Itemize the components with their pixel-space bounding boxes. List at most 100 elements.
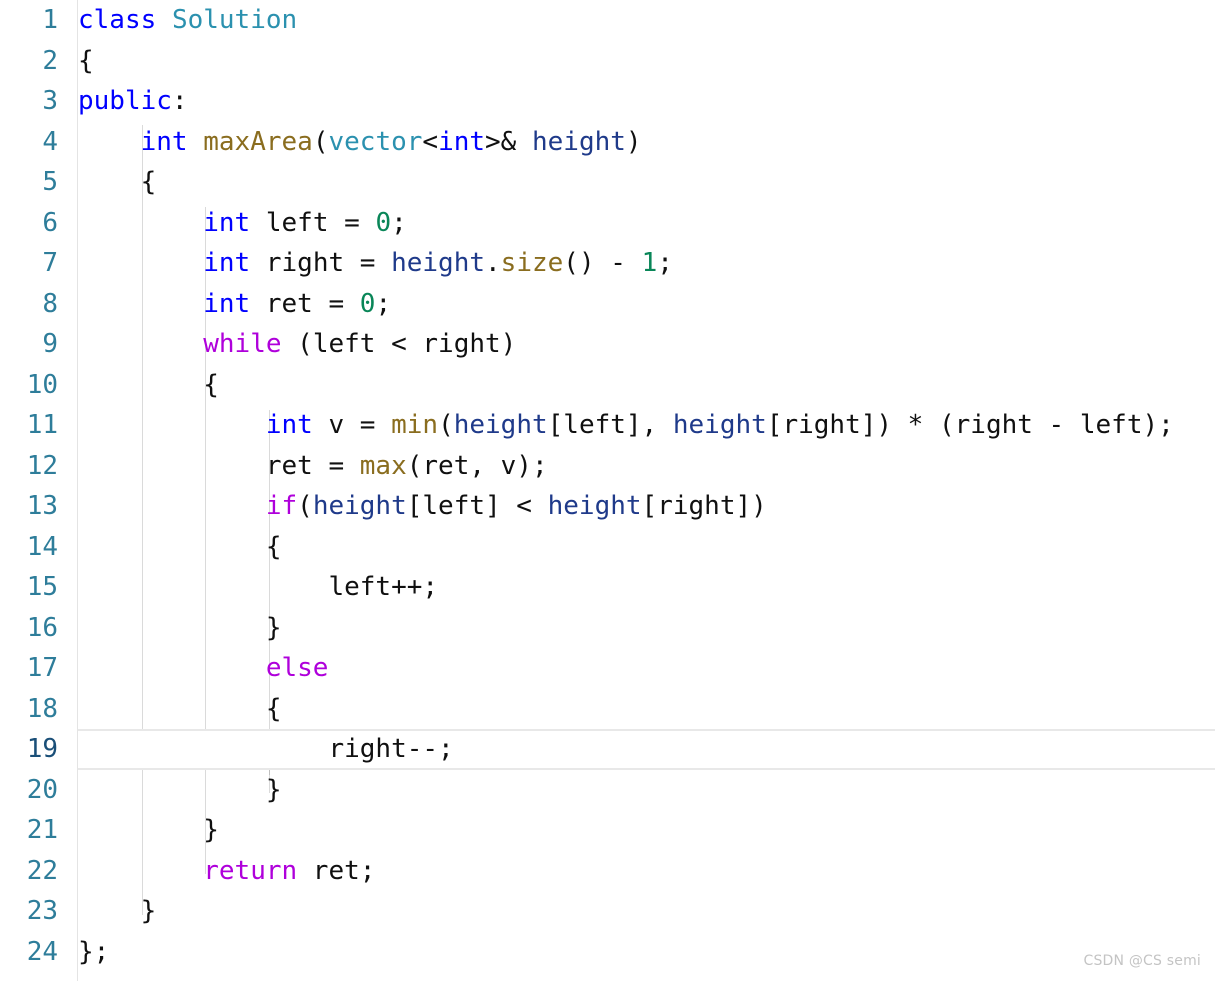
code-token: height [391, 248, 486, 278]
code-token: min [391, 410, 439, 440]
code-line[interactable]: 4 int maxArea(vector<int>& height) [0, 122, 1215, 163]
code-line[interactable]: 2{ [0, 41, 1215, 82]
line-number: 22 [26, 855, 58, 886]
line-number: 13 [26, 491, 58, 521]
code-token: ( [438, 410, 454, 440]
code-line[interactable]: 18 { [0, 689, 1215, 730]
code-editor[interactable]: 1 class Solution 2{3 public: 4 int maxArea(v… [0, 0, 1215, 981]
code-token: { [203, 369, 219, 400]
code-token: maxArea [203, 126, 313, 157]
code-line[interactable]: 17 else [0, 648, 1215, 689]
code-token: . [485, 248, 501, 278]
code-text[interactable]: left++; [78, 567, 438, 608]
code-token: { [265, 693, 282, 724]
code-token: [left] < [406, 491, 548, 521]
line-number: 2 [42, 45, 58, 76]
code-text[interactable]: else [78, 648, 329, 689]
line-number: 5 [42, 167, 58, 197]
code-token: left++; [78, 572, 439, 602]
code-token: ( [312, 126, 329, 157]
code-line[interactable]: 6 int left = 0; [0, 203, 1215, 244]
code-token: height [547, 491, 642, 521]
line-number: 12 [26, 450, 58, 481]
code-token: ret = [78, 450, 360, 481]
code-text[interactable]: }; [78, 932, 109, 973]
code-line[interactable]: 21 } [0, 810, 1215, 851]
code-text[interactable]: int left = 0; [78, 203, 407, 244]
code-line[interactable]: 8 int ret = 0; [0, 284, 1215, 325]
code-text[interactable]: class Solution [78, 0, 297, 41]
code-line[interactable]: 12 ret = max(ret, v); [0, 446, 1215, 487]
code-token: height [672, 410, 767, 440]
code-token: 1 [641, 248, 658, 278]
code-text[interactable]: } [78, 891, 157, 932]
line-number: 9 [42, 329, 58, 359]
line-number: 4 [42, 126, 58, 157]
code-token: int [203, 288, 251, 319]
code-line[interactable]: 23 } [0, 891, 1215, 932]
code-line[interactable]: 5 { [0, 162, 1215, 203]
code-line[interactable]: 20 } [0, 770, 1215, 811]
code-text[interactable]: { [78, 527, 282, 568]
code-line[interactable]: 1 class Solution [0, 0, 1215, 41]
line-number: 10 [26, 369, 58, 400]
code-line[interactable]: 11 int v = min(height[left], height[righ… [0, 405, 1215, 446]
line-number: 11 [26, 410, 58, 440]
line-number: 21 [26, 815, 58, 845]
code-text[interactable]: public: [78, 81, 188, 122]
code-line[interactable]: 15 left++; [0, 567, 1215, 608]
code-token: height [453, 410, 548, 440]
code-line[interactable]: 19 right--; [0, 729, 1215, 770]
code-token: max [359, 450, 407, 481]
code-line[interactable]: 14 { [0, 527, 1215, 568]
code-text[interactable]: int ret = 0; [78, 284, 391, 325]
code-token: (ret, v); [406, 450, 548, 481]
code-token: 0 [359, 288, 376, 319]
code-text[interactable]: { [78, 689, 282, 730]
code-token: int [438, 126, 486, 157]
code-token: int [265, 410, 313, 440]
code-token: size [500, 248, 564, 278]
code-text[interactable]: int v = min(height[left], height[right])… [78, 405, 1174, 446]
code-text[interactable]: { [78, 365, 219, 406]
code-token: ( [297, 491, 313, 521]
code-token: left = [250, 207, 376, 238]
code-token: { [140, 167, 157, 197]
line-number: 1 [42, 5, 58, 35]
code-token: ret; [297, 855, 376, 886]
code-text[interactable]: } [78, 810, 219, 851]
code-line[interactable]: 13 if(height[left] < height[right]) [0, 486, 1215, 527]
code-text[interactable]: } [78, 608, 282, 649]
code-line[interactable]: 22 return ret; [0, 851, 1215, 892]
code-text[interactable]: { [78, 41, 94, 82]
code-token: () - [563, 248, 642, 278]
code-text[interactable]: int maxArea(vector<int>& height) [78, 122, 642, 163]
code-token: else [265, 653, 329, 683]
code-text[interactable]: int right = height.size() - 1; [78, 243, 673, 284]
code-text[interactable]: while (left < right) [78, 324, 516, 365]
code-text[interactable]: right--; [78, 729, 454, 770]
code-text[interactable]: if(height[left] < height[right]) [78, 486, 767, 527]
code-token: [right]) * (right - left); [766, 410, 1174, 440]
code-line[interactable]: 3 public: [0, 81, 1215, 122]
code-text[interactable]: { [78, 162, 157, 203]
code-line[interactable]: 10 { [0, 365, 1215, 406]
code-line[interactable]: 9 while (left < right) [0, 324, 1215, 365]
code-text[interactable]: ret = max(ret, v); [78, 446, 548, 487]
code-text[interactable]: } [78, 770, 282, 811]
code-line[interactable]: 7 int right = height.size() - 1; [0, 243, 1215, 284]
code-token: right--; [78, 734, 454, 764]
code-line[interactable]: 24}; [0, 932, 1215, 973]
code-area[interactable]: 1 class Solution 2{3 public: 4 int maxArea(v… [0, 0, 1215, 972]
code-token: ret = [250, 288, 360, 319]
code-text[interactable]: return ret; [78, 851, 375, 892]
code-line[interactable]: 16 } [0, 608, 1215, 649]
